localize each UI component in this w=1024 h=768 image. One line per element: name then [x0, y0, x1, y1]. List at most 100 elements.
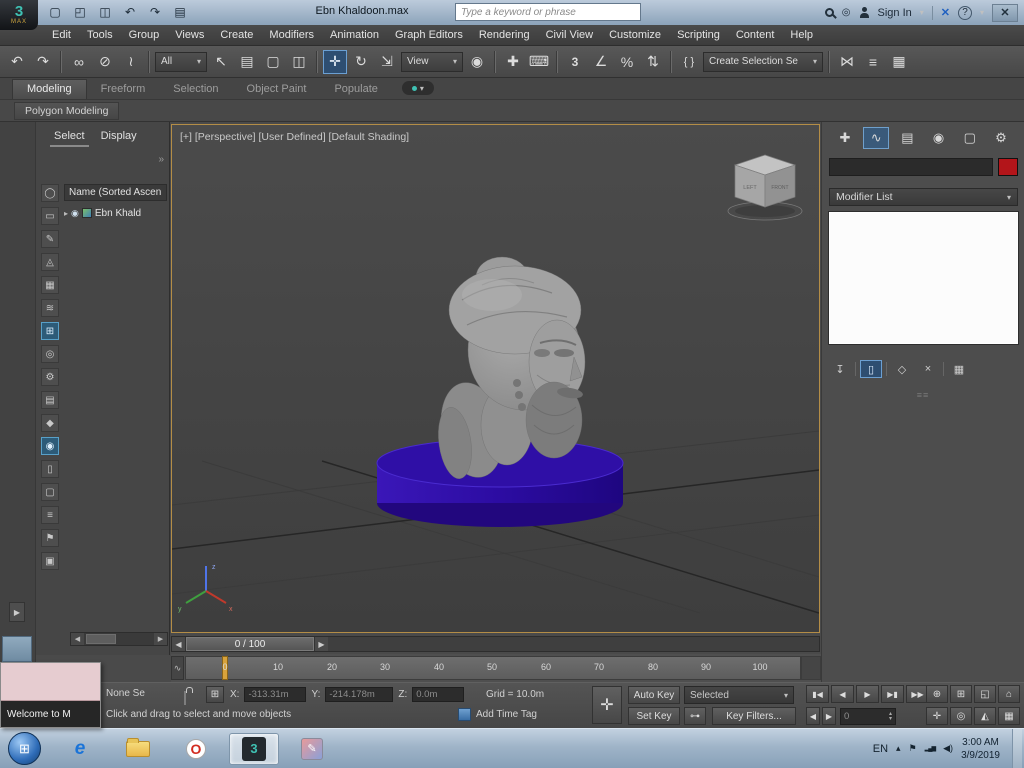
welcome-window[interactable]: Welcome to M — [0, 662, 101, 728]
isolate-selection-icon[interactable]: ✛ — [592, 686, 622, 724]
filter-shapes-icon[interactable]: ✎ — [41, 230, 59, 248]
tab-modeling[interactable]: Modeling — [12, 79, 87, 99]
remove-modifier-icon[interactable]: × — [917, 360, 939, 378]
viewcube-front-face-label[interactable]: FRONT — [771, 185, 788, 191]
menu-graph-editors[interactable]: Graph Editors — [387, 25, 471, 45]
previous-frame-arrow-icon[interactable]: ◀ — [172, 637, 186, 651]
favorites-icon[interactable]: ✕ — [941, 6, 950, 19]
panel-resize-grip[interactable]: ≡≡ — [917, 390, 930, 400]
help-caret-icon[interactable]: ▾ — [980, 8, 984, 17]
application-menu-button[interactable]: 3 MAX — [0, 0, 38, 30]
filter-xrefs-icon[interactable]: ⚙ — [41, 368, 59, 386]
filter-spacewarps-icon[interactable]: ⊞ — [41, 322, 59, 340]
use-pivot-center-icon[interactable]: ◉ — [465, 50, 489, 74]
filter-containers-icon[interactable]: ◆ — [41, 414, 59, 432]
menu-tools[interactable]: Tools — [79, 25, 121, 45]
search-icon[interactable] — [825, 8, 834, 17]
action-center-icon[interactable]: ⚑ — [909, 743, 917, 754]
project-toggle-icon[interactable]: ▤ — [171, 3, 189, 21]
tab-freeform[interactable]: Freeform — [87, 80, 160, 99]
scroll-right-icon[interactable]: ▶ — [154, 633, 167, 645]
menu-create[interactable]: Create — [212, 25, 261, 45]
auto-key-button[interactable]: Auto Key — [628, 686, 680, 704]
utilities-tab-icon[interactable]: ⚙ — [988, 127, 1014, 149]
hierarchy-tab-icon[interactable]: ▤ — [894, 127, 920, 149]
modifier-stack[interactable] — [829, 212, 1018, 344]
coord-x-field[interactable]: -313.31m — [244, 687, 306, 702]
set-key-button[interactable]: Set Key — [628, 707, 680, 725]
modify-tab-icon[interactable]: ∿ — [863, 127, 889, 149]
selection-lock-icon[interactable] — [184, 691, 186, 705]
make-unique-icon[interactable]: ◇ — [891, 360, 913, 378]
explorer-overflow-chevron[interactable]: » — [158, 154, 164, 165]
undo-icon[interactable]: ↶ — [5, 50, 29, 74]
create-selection-set-dropdown[interactable]: Create Selection Se▾ — [703, 52, 823, 72]
redo-icon[interactable]: ↷ — [146, 3, 164, 21]
perspective-viewport[interactable]: [+] [Perspective] [User Defined] [Defaul… — [171, 124, 820, 633]
angle-snap-icon[interactable]: ∠ — [589, 50, 613, 74]
explorer-horizontal-scrollbar[interactable]: ◀ ▶ — [70, 632, 168, 646]
filter-lights-icon[interactable]: ◬ — [41, 253, 59, 271]
filter-cameras-icon[interactable]: ▦ — [41, 276, 59, 294]
key-mode-toggle-icon[interactable]: ⊶ — [684, 707, 706, 725]
filter-frozen-icon[interactable]: ▯ — [41, 460, 59, 478]
field-of-view-button[interactable]: ◭ — [974, 707, 996, 725]
zoom-region-button[interactable]: ⌂ — [998, 685, 1020, 703]
select-by-name-icon[interactable]: ▤ — [235, 50, 259, 74]
unlink-icon[interactable]: ⊘ — [93, 50, 117, 74]
maximize-viewport-toggle-button[interactable]: ▦ — [998, 707, 1020, 725]
filter-materials-icon[interactable]: ≡ — [41, 506, 59, 524]
keyboard-shortcut-toggle-icon[interactable]: ⌨ — [527, 50, 551, 74]
coord-z-field[interactable]: 0.0m — [412, 687, 464, 702]
menu-customize[interactable]: Customize — [601, 25, 669, 45]
bind-spacewarp-icon[interactable]: ≀ — [119, 50, 143, 74]
configure-modifier-sets-icon[interactable]: ▦ — [948, 360, 970, 378]
scene-item-row[interactable]: ▸ ◉ Ebn Khald — [64, 204, 167, 222]
zoom-all-button[interactable]: ⊞ — [950, 685, 972, 703]
help-icon[interactable]: ? — [958, 6, 972, 20]
start-button[interactable]: ⊞ — [8, 732, 41, 765]
taskbar-3dsmax[interactable]: 3 — [229, 733, 279, 765]
frame-back-button[interactable]: ◀ — [806, 707, 820, 725]
menu-scripting[interactable]: Scripting — [669, 25, 728, 45]
viewport-canvas[interactable]: LEFT FRONT z y x — [172, 125, 819, 632]
show-hidden-icons[interactable]: ▴ — [896, 743, 901, 754]
filter-misc-icon[interactable]: ▣ — [41, 552, 59, 570]
save-file-icon[interactable]: ◫ — [96, 3, 114, 21]
filter-flags-icon[interactable]: ⚑ — [41, 529, 59, 547]
display-tab-icon[interactable]: ▢ — [957, 127, 983, 149]
taskbar-opera[interactable]: O — [171, 733, 221, 765]
create-tab-icon[interactable]: ✚ — [832, 127, 858, 149]
time-tag[interactable]: Add Time Tag — [458, 708, 537, 721]
communication-center-icon[interactable]: ◎ — [842, 7, 851, 18]
menu-group[interactable]: Group — [121, 25, 168, 45]
orbit-button[interactable]: ◎ — [950, 707, 972, 725]
key-mode-dropdown[interactable]: Selected ▾ — [684, 686, 794, 704]
select-and-manipulate-icon[interactable]: ✚ — [501, 50, 525, 74]
filter-bones-icon[interactable]: ▤ — [41, 391, 59, 409]
viewport-label[interactable]: [+] [Perspective] [User Defined] [Defaul… — [180, 131, 409, 143]
layer-manager-icon[interactable]: ▦ — [887, 50, 911, 74]
tab-object-paint[interactable]: Object Paint — [233, 80, 321, 99]
dock-thumbnail[interactable] — [2, 636, 32, 662]
coord-y-field[interactable]: -214.178m — [325, 687, 393, 702]
absolute-mode-icon[interactable]: ⊞ — [206, 686, 224, 703]
scene-item-label[interactable]: Ebn Khald — [95, 208, 141, 219]
pin-stack-icon[interactable]: ↧ — [829, 360, 851, 378]
snap-toggle-icon[interactable]: 3 — [563, 50, 587, 74]
zoom-button[interactable]: ⊕ — [926, 685, 948, 703]
pan-view-button[interactable]: ✛ — [926, 707, 948, 725]
add-time-tag-label[interactable]: Add Time Tag — [476, 709, 537, 720]
filter-objects-icon[interactable]: ▭ — [41, 207, 59, 225]
time-slider[interactable]: ◀ 0 / 100 ▶ — [171, 636, 820, 652]
modifier-list-dropdown[interactable]: Modifier List ▾ — [829, 188, 1018, 206]
play-button[interactable]: ▶ — [856, 685, 879, 703]
align-icon[interactable]: ≡ — [861, 50, 885, 74]
select-link-icon[interactable]: ∞ — [67, 50, 91, 74]
language-indicator[interactable]: EN — [873, 743, 888, 755]
select-and-rotate-icon[interactable]: ↻ — [349, 50, 373, 74]
edit-named-selections-icon[interactable]: { } — [677, 50, 701, 74]
filter-hidden-icon[interactable]: ▢ — [41, 483, 59, 501]
previous-frame-button[interactable]: ◀ — [831, 685, 854, 703]
taskbar-paint-app[interactable]: ✎ — [287, 733, 337, 765]
